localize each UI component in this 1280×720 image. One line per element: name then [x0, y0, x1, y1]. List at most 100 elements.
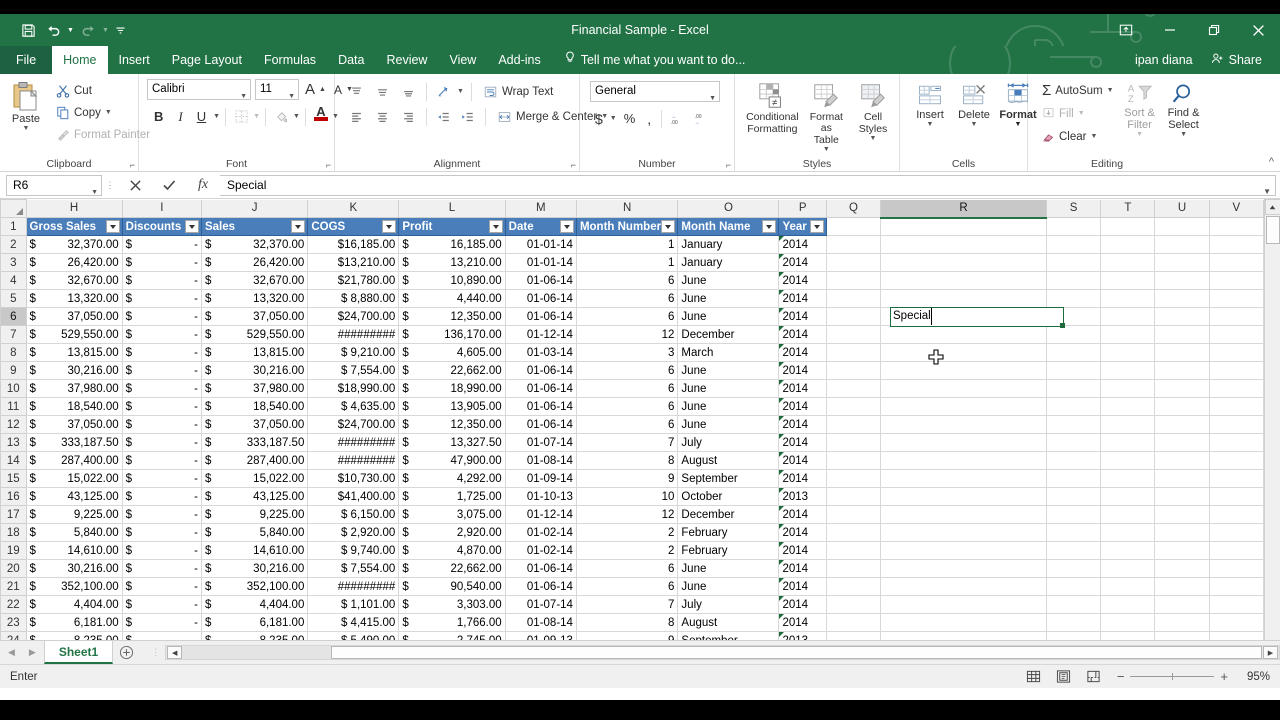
- empty-cell[interactable]: [1154, 451, 1210, 470]
- cell-sales[interactable]: $13,815.00: [200, 343, 309, 362]
- insert-dropdown-icon[interactable]: ▼: [927, 121, 934, 128]
- cell-discounts[interactable]: $-: [121, 487, 202, 506]
- cell-month-number[interactable]: 7: [575, 595, 679, 614]
- sort-filter-button[interactable]: A Z Sort & Filter ▼: [1118, 79, 1162, 140]
- empty-cell[interactable]: [1208, 469, 1264, 488]
- empty-cell[interactable]: [1208, 361, 1264, 380]
- cell-cogs[interactable]: $ 5,490.00: [307, 631, 400, 640]
- cell-cogs[interactable]: $ 7,554.00: [307, 559, 400, 578]
- empty-cell[interactable]: [880, 343, 1048, 362]
- column-header-l[interactable]: L: [398, 199, 506, 218]
- cell-date[interactable]: 01-06-14: [504, 415, 577, 434]
- empty-cell[interactable]: [1208, 325, 1264, 344]
- empty-cell[interactable]: [1046, 253, 1102, 272]
- cell-month-number[interactable]: 6: [575, 307, 679, 326]
- empty-cell[interactable]: [825, 415, 882, 434]
- cell-sales[interactable]: $14,610.00: [200, 541, 309, 560]
- sheet-tab-sheet1[interactable]: Sheet1: [43, 641, 114, 664]
- cell-profit[interactable]: $13,905.00: [398, 397, 506, 416]
- empty-cell[interactable]: [1154, 487, 1210, 506]
- font-name-input[interactable]: Calibri ▼: [147, 79, 251, 100]
- table-row[interactable]: 21 $352,100.00 $ - $352,100.00 ######### $90,5…: [0, 577, 1264, 596]
- number-format-select[interactable]: General ▼: [590, 81, 720, 102]
- share-button[interactable]: Share: [1203, 49, 1270, 71]
- cell-year[interactable]: 2014: [778, 325, 827, 344]
- save-icon[interactable]: [16, 18, 40, 42]
- empty-cell[interactable]: [880, 379, 1048, 398]
- filter-dropdown-month-name[interactable]: [762, 220, 777, 233]
- empty-cell[interactable]: [1100, 433, 1156, 452]
- cell-sales[interactable]: $30,216.00: [200, 361, 309, 380]
- cell-month-name[interactable]: June: [677, 397, 780, 416]
- cell-month-number[interactable]: 6: [575, 361, 679, 380]
- cell-cogs[interactable]: $24,700.00: [307, 415, 400, 434]
- column-header-s[interactable]: S: [1046, 199, 1102, 218]
- table-row[interactable]: 18 $5,840.00 $ - $5,840.00 $ 2,920.00 $2,920.0…: [0, 523, 1264, 542]
- cell-cogs[interactable]: $ 9,210.00: [307, 343, 400, 362]
- row-header-1[interactable]: 1: [0, 217, 27, 236]
- cell-year[interactable]: 2014: [778, 271, 827, 290]
- table-column-header-cogs[interactable]: COGS: [307, 217, 400, 236]
- empty-cell[interactable]: [1208, 505, 1264, 524]
- cell-cogs[interactable]: $18,990.00: [307, 379, 400, 398]
- cell-date[interactable]: 01-12-14: [504, 505, 577, 524]
- paste-dropdown-icon[interactable]: ▼: [23, 125, 30, 132]
- cell-date[interactable]: 01-09-14: [504, 469, 577, 488]
- cell-month-number[interactable]: 6: [575, 415, 679, 434]
- tab-home[interactable]: Home: [52, 46, 108, 74]
- cell-profit[interactable]: $22,662.00: [398, 361, 506, 380]
- cell-date[interactable]: 01-01-14: [504, 253, 577, 272]
- tab-review[interactable]: Review: [375, 46, 438, 74]
- font-size-input[interactable]: 11 ▼: [255, 79, 299, 100]
- table-row[interactable]: 2 $32,370.00 $ - $32,370.00 $16,185.00 $16,185…: [0, 235, 1264, 254]
- cell-date[interactable]: 01-06-14: [504, 397, 577, 416]
- cell-gross-sales[interactable]: $287,400.00: [25, 451, 123, 470]
- tab-data[interactable]: Data: [327, 46, 375, 74]
- cell-sales[interactable]: $287,400.00: [200, 451, 309, 470]
- cell-cogs[interactable]: $ 6,150.00: [307, 505, 400, 524]
- tab-file[interactable]: File: [0, 46, 53, 74]
- cell-gross-sales[interactable]: $14,610.00: [25, 541, 123, 560]
- cell-sales[interactable]: $30,216.00: [200, 559, 309, 578]
- cell-month-name[interactable]: February: [677, 541, 780, 560]
- row-header-18[interactable]: 18: [0, 523, 27, 542]
- cancel-entry-icon[interactable]: [118, 175, 152, 196]
- table-row[interactable]: 6 $37,050.00 $ - $37,050.00 $24,700.00 $12,350…: [0, 307, 1264, 326]
- table-header-row[interactable]: 1 Gross Sales Discounts Sales COGS Profit Date…: [0, 217, 1264, 236]
- cell-sales[interactable]: $32,670.00: [200, 271, 309, 290]
- cell-sales[interactable]: $9,225.00: [200, 505, 309, 524]
- cell-month-name[interactable]: January: [677, 253, 780, 272]
- cell-year[interactable]: 2014: [778, 577, 827, 596]
- cell-date[interactable]: 01-10-13: [504, 487, 577, 506]
- empty-cell[interactable]: [1100, 217, 1156, 236]
- empty-cell[interactable]: [825, 343, 882, 362]
- cell-month-number[interactable]: 6: [575, 289, 679, 308]
- empty-cell[interactable]: [880, 253, 1048, 272]
- table-row[interactable]: 20 $30,216.00 $ - $30,216.00 $ 7,554.00 $22,66…: [0, 559, 1264, 578]
- table-column-header-discounts[interactable]: Discounts: [121, 217, 202, 236]
- delete-cells-button[interactable]: Delete ▼: [952, 79, 996, 130]
- empty-cell[interactable]: [1154, 631, 1210, 640]
- empty-cell[interactable]: [825, 235, 882, 254]
- empty-cell[interactable]: [1046, 505, 1102, 524]
- empty-cell[interactable]: [1046, 595, 1102, 614]
- empty-cell[interactable]: [1154, 433, 1210, 452]
- table-column-header-gross-sales[interactable]: Gross Sales: [25, 217, 123, 236]
- tab-page-layout[interactable]: Page Layout: [161, 46, 253, 74]
- cell-discounts[interactable]: $-: [121, 451, 202, 470]
- empty-cell[interactable]: [1154, 415, 1210, 434]
- empty-cell[interactable]: [1154, 235, 1210, 254]
- cell-year[interactable]: 2013: [778, 631, 827, 640]
- cell-month-number[interactable]: 3: [575, 343, 679, 362]
- table-column-header-year[interactable]: Year: [778, 217, 827, 236]
- filter-dropdown-discounts[interactable]: [184, 220, 199, 233]
- horizontal-scroll-thumb[interactable]: [331, 646, 1262, 659]
- filter-dropdown-sales[interactable]: [291, 220, 306, 233]
- page-break-preview-icon[interactable]: [1079, 666, 1109, 688]
- cell-gross-sales[interactable]: $13,815.00: [25, 343, 123, 362]
- cell-profit[interactable]: $90,540.00: [398, 577, 506, 596]
- table-row[interactable]: 7 $529,550.00 $ - $529,550.00 ######### $136,1…: [0, 325, 1264, 344]
- empty-cell[interactable]: [1100, 451, 1156, 470]
- cell-discounts[interactable]: $-: [121, 505, 202, 524]
- empty-cell[interactable]: [1208, 433, 1264, 452]
